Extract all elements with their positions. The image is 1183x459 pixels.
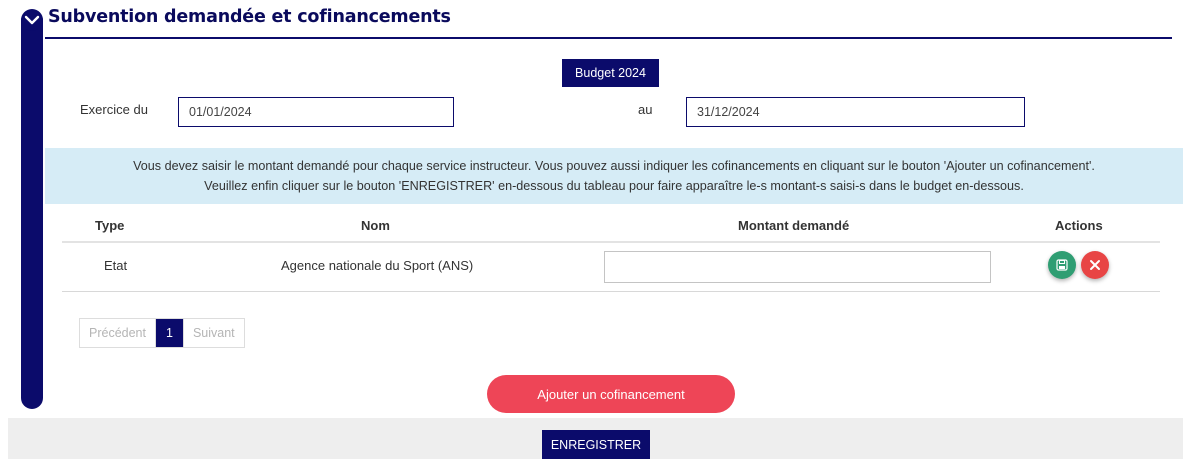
save-row-button[interactable] (1048, 251, 1076, 279)
section-title: Subvention demandée et cofinancements (48, 7, 451, 27)
pagination-page-1[interactable]: 1 (155, 319, 183, 347)
pagination: Précédent 1 Suivant (79, 318, 245, 348)
budget-year-button[interactable]: Budget 2024 (562, 59, 659, 87)
table-header-divider (62, 241, 1160, 243)
column-header-nom: Nom (361, 218, 390, 233)
row-type-cell: Etat (104, 258, 128, 273)
delete-row-button[interactable] (1081, 251, 1109, 279)
save-button[interactable]: ENREGISTRER (542, 430, 650, 459)
add-cofinancing-button[interactable]: Ajouter un cofinancement (487, 375, 735, 413)
floppy-disk-icon (1056, 259, 1068, 271)
column-header-actions: Actions (1055, 218, 1103, 233)
pagination-previous[interactable]: Précédent (80, 319, 156, 347)
column-header-montant: Montant demandé (738, 218, 850, 233)
table-bottom-divider (62, 291, 1160, 292)
amount-requested-input[interactable] (604, 251, 991, 283)
info-message: Vous devez saisir le montant demandé pou… (45, 148, 1183, 204)
section-side-bar (21, 10, 43, 409)
close-icon (1090, 260, 1100, 270)
info-line-1: Vous devez saisir le montant demandé pou… (133, 159, 1095, 173)
chevron-down-icon[interactable] (21, 9, 43, 31)
info-line-2: Veuillez enfin cliquer sur le bouton 'EN… (204, 179, 1024, 193)
row-nom-cell: Agence nationale du Sport (ANS) (281, 258, 474, 273)
exercise-from-label: Exercice du (80, 102, 148, 117)
column-header-type: Type (95, 218, 125, 233)
exercise-end-date-input[interactable]: 31/12/2024 (686, 97, 1025, 127)
exercise-start-date-input[interactable]: 01/01/2024 (178, 97, 454, 127)
exercise-to-label: au (638, 102, 653, 117)
title-divider (45, 37, 1172, 39)
pagination-next[interactable]: Suivant (182, 319, 244, 347)
